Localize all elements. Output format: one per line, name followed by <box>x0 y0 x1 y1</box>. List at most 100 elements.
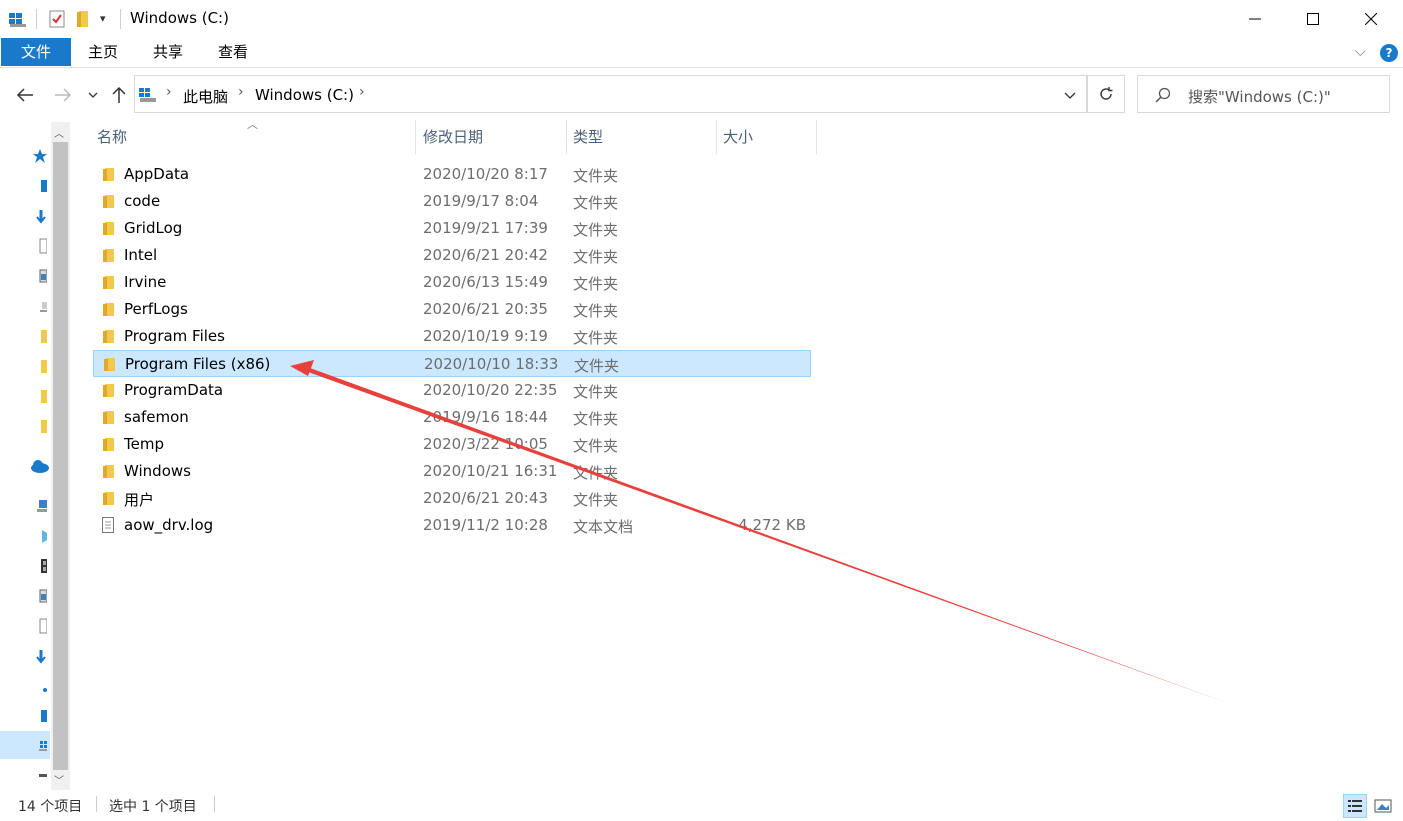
pictures-icon[interactable] <box>33 588 47 604</box>
file-name: 用户 <box>124 491 155 509</box>
file-date: 2020/6/21 20:35 <box>423 300 548 318</box>
folder-icon <box>100 463 116 479</box>
search-input[interactable]: 搜索"Windows (C:)" <box>1188 86 1331 107</box>
3d-objects-icon[interactable] <box>33 528 47 544</box>
maximize-button[interactable] <box>1284 0 1342 38</box>
file-type: 文件夹 <box>573 437 619 455</box>
file-date: 2020/10/19 9:19 <box>423 327 548 345</box>
folder-icon <box>100 193 116 209</box>
tab-share[interactable]: 共享 <box>143 38 193 66</box>
folder-icon[interactable] <box>33 328 47 344</box>
file-row[interactable]: GridLog 2019/9/21 17:39 文件夹 <box>93 215 811 242</box>
tab-home[interactable]: 主页 <box>78 38 128 66</box>
tab-file[interactable]: 文件 <box>1 38 71 66</box>
nav-scrollbar-thumb[interactable] <box>53 142 68 770</box>
file-row[interactable]: Windows 2020/10/21 16:31 文件夹 <box>93 458 811 485</box>
breadcrumb-separator-icon[interactable]: › <box>166 84 172 100</box>
column-divider[interactable] <box>816 120 817 154</box>
onedrive-cloud-icon[interactable] <box>30 458 50 474</box>
column-header-date[interactable]: 修改日期 <box>423 126 483 147</box>
refresh-button[interactable] <box>1087 75 1125 113</box>
address-bar[interactable]: › 此电脑 › Windows (C:) › <box>134 75 1087 113</box>
up-button[interactable] <box>106 82 132 108</box>
folder-icon[interactable] <box>33 418 47 434</box>
expand-ribbon-icon[interactable]: ⌵ <box>1355 44 1366 60</box>
file-row[interactable]: aow_drv.log 2019/11/2 10:28 文本文档 4,272 KB <box>93 512 811 539</box>
quick-access-star-icon[interactable] <box>33 148 47 164</box>
file-row[interactable]: Irvine 2020/6/13 15:49 文件夹 <box>93 269 811 296</box>
breadcrumb-separator-icon[interactable]: › <box>238 84 244 100</box>
search-icon <box>1155 87 1171 107</box>
file-row[interactable]: Intel 2020/6/21 20:42 文件夹 <box>93 242 811 269</box>
file-size: 4,272 KB <box>738 516 806 534</box>
column-header-type[interactable]: 类型 <box>573 126 603 147</box>
desktop-icon[interactable] <box>33 178 47 194</box>
folder-icon[interactable] <box>33 358 47 374</box>
column-divider[interactable] <box>566 120 567 154</box>
this-pc-icon[interactable] <box>33 498 47 514</box>
breadcrumb-separator-icon[interactable]: › <box>359 84 365 100</box>
forward-button[interactable] <box>50 82 76 108</box>
videos-icon[interactable] <box>33 558 47 574</box>
breadcrumb-this-pc[interactable]: 此电脑 <box>183 86 228 107</box>
back-arrow-icon <box>16 88 33 102</box>
file-row[interactable]: safemon 2019/9/16 18:44 文件夹 <box>93 404 811 431</box>
file-row[interactable]: PerfLogs 2020/6/21 20:35 文件夹 <box>93 296 811 323</box>
minimize-icon <box>1249 18 1261 20</box>
folder-icon <box>100 247 116 263</box>
documents-icon[interactable] <box>33 238 47 254</box>
breadcrumb-windows-c[interactable]: Windows (C:) <box>255 86 354 104</box>
close-button[interactable] <box>1342 0 1400 38</box>
file-type: 文件夹 <box>573 383 619 401</box>
folder-icon <box>100 274 116 290</box>
downloads-icon[interactable] <box>33 648 47 664</box>
column-divider[interactable] <box>716 120 717 154</box>
help-button[interactable]: ? <box>1380 44 1398 62</box>
file-name: GridLog <box>124 219 183 237</box>
music-icon[interactable] <box>33 678 47 694</box>
minimize-button[interactable] <box>1226 0 1284 38</box>
customize-toolbar-icon[interactable]: ▾ <box>100 12 106 25</box>
file-date: 2019/9/21 17:39 <box>423 219 548 237</box>
documents-icon[interactable] <box>33 618 47 634</box>
new-folder-icon[interactable] <box>76 10 90 32</box>
file-row[interactable]: ProgramData 2020/10/20 22:35 文件夹 <box>93 377 811 404</box>
desktop-icon[interactable] <box>33 708 47 724</box>
file-row[interactable]: Program Files 2020/10/19 9:19 文件夹 <box>93 323 811 350</box>
folder-icon <box>100 409 116 425</box>
navigation-pane[interactable]: ︿ ﹀ <box>0 122 72 790</box>
drive-icon[interactable] <box>33 768 47 784</box>
column-header-name[interactable]: 名称 <box>97 126 127 147</box>
details-view-button[interactable] <box>1343 794 1367 818</box>
scroll-down-icon[interactable]: ﹀ <box>54 772 64 787</box>
properties-icon[interactable] <box>49 10 65 32</box>
back-button[interactable] <box>12 82 38 108</box>
column-header-size[interactable]: 大小 <box>723 126 753 147</box>
folder-icon <box>100 490 116 506</box>
details-view-icon <box>1348 800 1362 812</box>
column-divider[interactable] <box>415 120 416 154</box>
title-divider <box>120 9 121 29</box>
file-row-selected[interactable]: Program Files (x86) 2020/10/10 18:33 文件夹 <box>93 350 811 377</box>
file-row[interactable]: Temp 2020/3/22 10:05 文件夹 <box>93 431 811 458</box>
file-row[interactable]: 用户 2020/6/21 20:43 文件夹 <box>93 485 811 512</box>
pictures-icon[interactable] <box>33 268 47 284</box>
file-type: 文件夹 <box>573 221 619 239</box>
search-box[interactable]: 搜索"Windows (C:)" <box>1137 75 1390 113</box>
recent-locations-button[interactable] <box>83 82 103 108</box>
file-row[interactable]: AppData 2020/10/20 8:17 文件夹 <box>93 161 811 188</box>
address-dropdown-button[interactable] <box>1064 86 1076 104</box>
file-name: PerfLogs <box>124 300 188 318</box>
downloads-icon[interactable] <box>33 208 47 224</box>
drive-icon[interactable] <box>33 738 47 754</box>
computer-icon[interactable] <box>33 298 47 314</box>
scroll-up-icon[interactable]: ︿ <box>54 125 64 140</box>
folder-icon <box>100 220 116 236</box>
file-row[interactable]: code 2019/9/17 8:04 文件夹 <box>93 188 811 215</box>
file-date: 2020/10/21 16:31 <box>423 462 558 480</box>
drive-icon[interactable] <box>8 10 28 32</box>
folder-icon[interactable] <box>33 388 47 404</box>
title-bar: ▾ Windows (C:) <box>0 0 1403 38</box>
tab-view[interactable]: 查看 <box>208 38 258 66</box>
large-icons-view-button[interactable] <box>1371 794 1395 818</box>
